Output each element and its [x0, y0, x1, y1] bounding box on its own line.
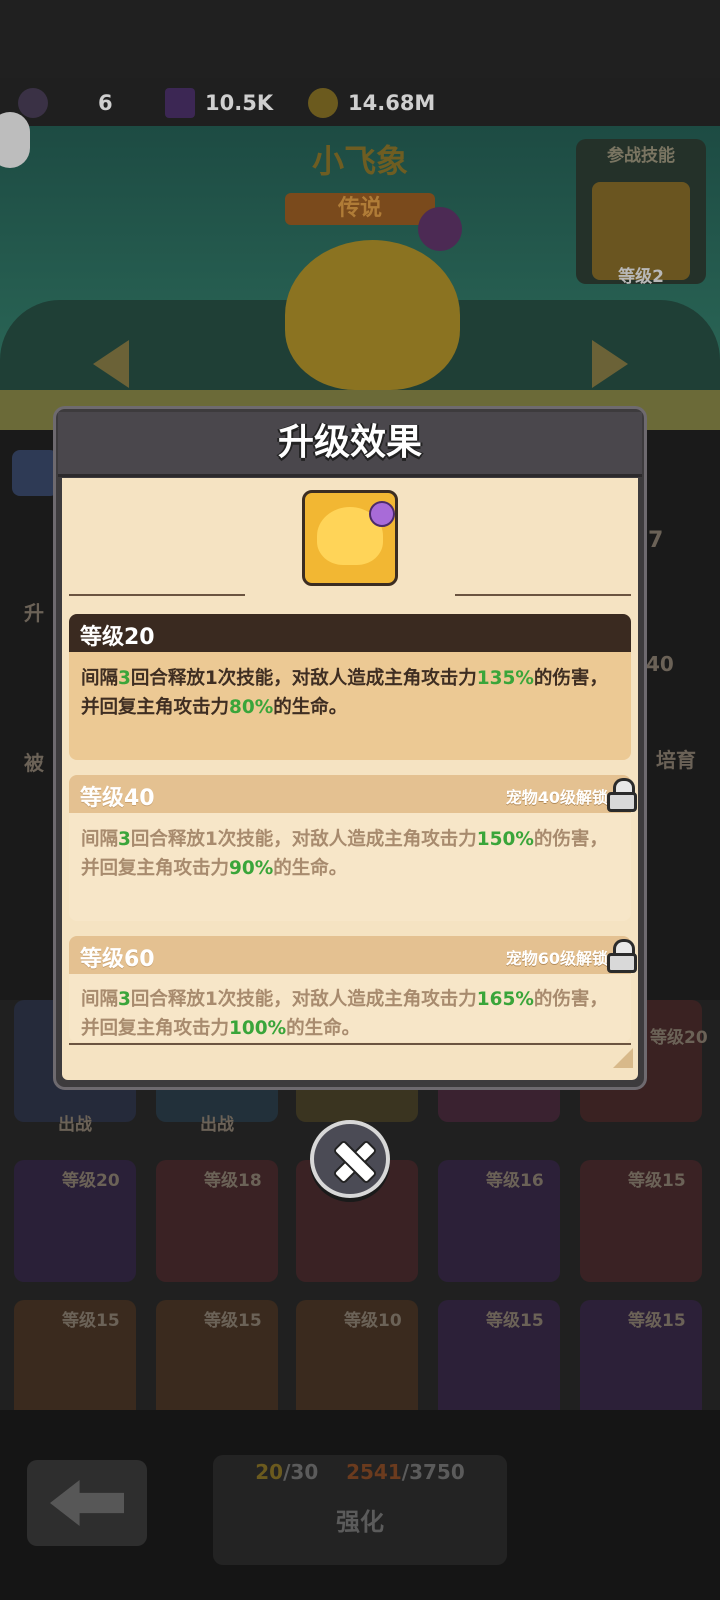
level-40-description: 间隔3回合释放1次技能，对敌人造成主角攻击力150%的伤害，并回复主角攻击力90… — [81, 825, 621, 883]
pet-level-label: 等级15 — [628, 1171, 686, 1191]
desc-text: 回合释放1次技能，对敌人造成主角攻击力 — [130, 989, 477, 1010]
divider-right — [455, 594, 631, 596]
level-40-title: 等级40 — [80, 786, 155, 811]
cost1-need: /30 — [283, 1460, 319, 1484]
level-60-description: 间隔3回合释放1次技能，对敌人造成主角攻击力165%的伤害，并回复主角攻击力10… — [81, 985, 621, 1043]
resource-cubes[interactable]: 10.5K — [165, 86, 273, 120]
count-badge-7: 7 — [648, 528, 664, 553]
desc-text: 的生命。 — [273, 697, 348, 718]
battle-skill-level: 等级2 — [618, 267, 664, 287]
desc-number: 135% — [476, 668, 534, 689]
pet-level-label: 等级15 — [486, 1311, 544, 1331]
cost1-have: 20 — [255, 1460, 284, 1484]
pet-level-label: 等级18 — [204, 1171, 262, 1191]
level-20-description: 间隔3回合释放1次技能，对敌人造成主角攻击力135%的伤害，并回复主角攻击力80… — [81, 664, 621, 722]
elephant-skill-icon — [302, 490, 398, 586]
nurture-tab-label: 培育 — [656, 748, 696, 772]
pet-level-label: 等级16 — [486, 1171, 544, 1191]
desc-text: 间隔 — [81, 989, 119, 1010]
magic-orb-icon — [418, 207, 462, 251]
desc-number: 3 — [118, 668, 131, 689]
desc-text: 间隔 — [81, 829, 119, 850]
resource-gems-value: 6 — [98, 91, 113, 115]
cost2-have: 2541 — [346, 1460, 402, 1484]
lock-icon — [607, 778, 637, 812]
elephant-pet-image — [285, 240, 460, 390]
desc-text: 回合释放1次技能，对敌人造成主角攻击力 — [130, 668, 477, 689]
upgrade-cost-row: 20/30 2541/3750 — [213, 1460, 507, 1484]
pet-level-label: 等级20 — [650, 1028, 708, 1048]
lock-icon — [607, 939, 637, 973]
upgrade-label: 强化 — [336, 1508, 384, 1536]
desc-number: 150% — [476, 829, 534, 850]
battle-skill-title: 参战技能 — [607, 146, 675, 166]
pet-level-label: 等级15 — [62, 1311, 120, 1331]
pet-level-label: 等级20 — [62, 1171, 120, 1191]
level-60-title: 等级60 — [80, 947, 155, 972]
desc-text: 的生命。 — [286, 1018, 361, 1039]
content-bottom-line — [69, 1043, 631, 1045]
upgrade-tab-label: 升 — [24, 601, 44, 625]
deploy-label: 出战 — [58, 1115, 92, 1135]
pet-level-label: 等级15 — [204, 1311, 262, 1331]
desc-number: 100% — [229, 1018, 287, 1039]
level-40-unlock-tag: 宠物40级解锁 — [505, 788, 608, 807]
cost2-need: /3750 — [401, 1460, 465, 1484]
purple-cube-icon — [165, 88, 195, 118]
dialog-title: 升级效果 — [277, 422, 422, 463]
desc-text: 的生命。 — [273, 858, 348, 879]
desc-number: 80% — [229, 697, 274, 718]
divider-left — [69, 594, 245, 596]
resource-coins-value: 14.68M — [348, 91, 436, 115]
desc-text: 回合释放1次技能，对敌人造成主角攻击力 — [130, 829, 477, 850]
swap-icon[interactable] — [12, 450, 58, 496]
purple-orb-icon — [369, 501, 395, 527]
level-60-unlock-tag: 宠物60级解锁 — [505, 949, 608, 968]
resource-gems[interactable]: 6 — [18, 86, 113, 120]
pet-level-label: 等级15 — [628, 1311, 686, 1331]
paper-fold-corner — [613, 1048, 633, 1068]
pet-rarity-badge: 传说 — [285, 193, 435, 225]
resource-coins[interactable]: 14.68M — [308, 86, 435, 120]
desc-text: 间隔 — [81, 668, 119, 689]
passive-tab-label: 被 — [24, 751, 44, 775]
count-badge-40: 40 — [646, 652, 674, 676]
next-pet-arrow-icon[interactable] — [592, 340, 628, 388]
desc-number: 165% — [476, 989, 534, 1010]
deploy-label: 出战 — [200, 1115, 234, 1135]
gem-bag-icon — [18, 88, 48, 118]
gold-coin-icon — [308, 88, 338, 118]
level-20-title: 等级20 — [80, 625, 155, 650]
desc-number: 90% — [229, 858, 274, 879]
pet-level-label: 等级10 — [344, 1311, 402, 1331]
desc-number: 3 — [118, 829, 131, 850]
desc-number: 3 — [118, 989, 131, 1010]
close-button[interactable] — [310, 1120, 390, 1198]
resource-cubes-value: 10.5K — [205, 91, 274, 115]
prev-pet-arrow-icon[interactable] — [93, 340, 129, 388]
